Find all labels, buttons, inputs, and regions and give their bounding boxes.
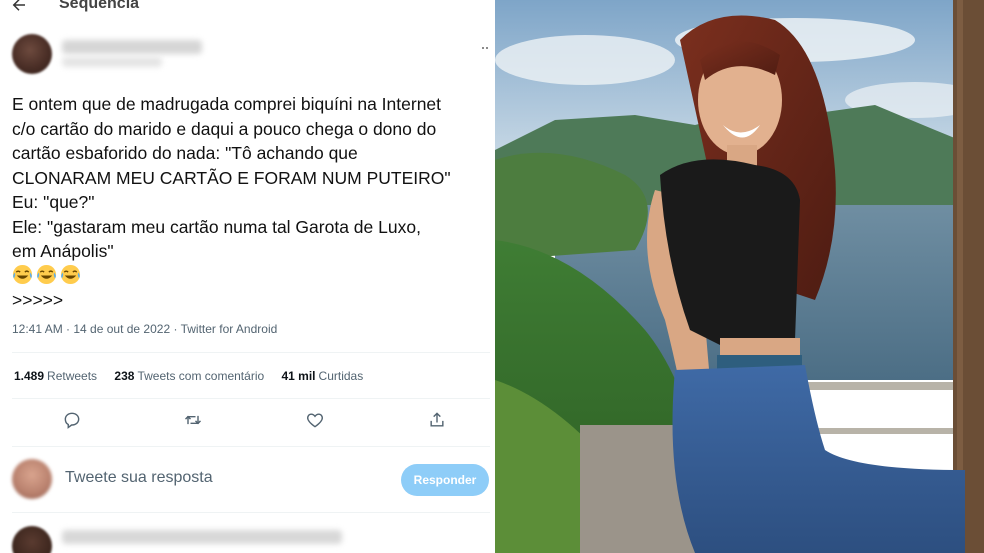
tweet-line: >>>>> xyxy=(12,290,64,310)
retweet-icon[interactable] xyxy=(183,410,203,430)
likes-stat[interactable]: 41 mil Curtidas xyxy=(282,369,364,383)
reply-author-blurred xyxy=(62,530,342,544)
top-bar: Sequência xyxy=(0,0,495,20)
author-name-blurred xyxy=(62,40,202,54)
more-options-icon[interactable] xyxy=(481,40,489,56)
avatar[interactable] xyxy=(12,526,52,553)
retweets-stat[interactable]: 1.489 Retweets xyxy=(14,369,97,383)
author-handle-blurred xyxy=(62,57,162,67)
reply-icon[interactable] xyxy=(62,410,82,430)
page-title: Sequência xyxy=(59,0,140,12)
like-icon[interactable] xyxy=(305,410,325,430)
tweet-line: c/o cartão do marido e daqui a pouco che… xyxy=(12,118,437,139)
tweet-line: cartão esbaforido do nada: "Tô achando q… xyxy=(12,143,358,163)
divider xyxy=(12,352,490,353)
tweet-panel: Sequência E ontem que de madrugada compr… xyxy=(0,0,495,553)
tweet-author[interactable] xyxy=(0,32,495,82)
engagement-stats: 1.489 Retweets 238 Tweets com comentário 4… xyxy=(14,369,377,383)
face-with-tears-of-joy-icon xyxy=(36,264,57,284)
tweet-actions xyxy=(0,408,495,434)
woman-photo-image xyxy=(495,0,984,553)
reply-button[interactable]: Responder xyxy=(401,464,489,496)
divider xyxy=(12,512,490,513)
tweet-line: Eu: "que?" xyxy=(12,192,95,212)
tweet-line: Ele: "gastaram meu cartão numa tal Garot… xyxy=(12,216,421,237)
divider xyxy=(12,446,490,447)
quotes-stat[interactable]: 238 Tweets com comentário xyxy=(114,369,264,383)
share-icon[interactable] xyxy=(427,410,447,430)
photo xyxy=(495,0,984,553)
reply-composer: Tweete sua resposta Responder xyxy=(0,452,495,508)
tweet-line: CLONARAM MEU CARTÃO E FORAM NUM PUTEIRO" xyxy=(12,167,451,188)
tweet-line: em Anápolis" xyxy=(12,241,114,261)
face-with-tears-of-joy-icon xyxy=(12,264,33,284)
reply-input[interactable]: Tweete sua resposta xyxy=(65,469,213,487)
tweet-text: E ontem que de madrugada comprei biquíni… xyxy=(12,92,495,313)
tweet-line: E ontem que de madrugada comprei biquíni… xyxy=(12,94,442,114)
avatar[interactable] xyxy=(12,34,52,74)
emoji-row xyxy=(12,264,495,289)
avatar xyxy=(12,459,52,499)
divider xyxy=(12,398,490,399)
tweet-timestamp[interactable]: 12:41 AM · 14 de out de 2022 · Twitter f… xyxy=(12,322,277,336)
face-with-tears-of-joy-icon xyxy=(60,264,81,284)
back-arrow-icon[interactable] xyxy=(10,0,28,14)
next-reply[interactable] xyxy=(0,518,495,553)
